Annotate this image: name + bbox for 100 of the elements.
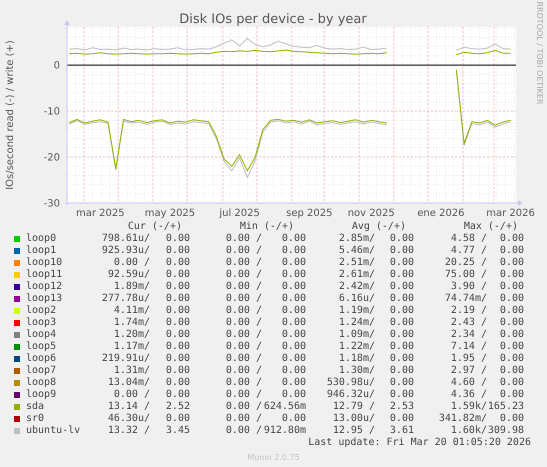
legend-value: 4.58 / bbox=[450, 233, 487, 245]
legend-value: 2.19 / bbox=[450, 305, 487, 317]
legend-value: 0.00 bbox=[282, 353, 306, 365]
legend-value: 1.18m/ bbox=[338, 353, 375, 365]
legend-value: 912.80m bbox=[264, 425, 306, 437]
legend-value: 0.00 bbox=[166, 245, 190, 257]
legend-value: 0.00 / bbox=[226, 257, 262, 269]
legend-value: 0.00 bbox=[500, 329, 524, 341]
legend-value: 0.00 / bbox=[226, 401, 262, 413]
legend-value: 0.00 bbox=[390, 317, 414, 329]
credit-text: RRDTOOL / TOBI OETIKER bbox=[535, 1, 544, 105]
legend-value: 530.98u/ bbox=[326, 377, 375, 389]
series-name: loop10 bbox=[26, 257, 64, 269]
legend-value: 13.32 / bbox=[108, 425, 150, 437]
legend-value: 0.00 bbox=[282, 233, 306, 245]
legend-value: 1.09m/ bbox=[338, 329, 375, 341]
legend-value: 0.00 bbox=[166, 365, 190, 377]
legend-value: 1.89m/ bbox=[114, 281, 150, 293]
series-name: loop2 bbox=[26, 305, 58, 317]
series-name: loop13 bbox=[26, 293, 64, 305]
legend-value: 0.00 bbox=[500, 281, 524, 293]
legend-value: 1.74m/ bbox=[114, 317, 150, 329]
legend-value: 0.00 bbox=[390, 341, 414, 353]
legend-value: 0.00 bbox=[390, 389, 414, 401]
legend-value: 0.00 bbox=[500, 317, 524, 329]
legend-value: 0.00 bbox=[500, 269, 524, 281]
legend-value: 0.00 bbox=[390, 269, 414, 281]
legend-value: 12.79 / bbox=[332, 401, 375, 413]
legend-value: 0.00 / bbox=[226, 281, 262, 293]
legend-value: 798.61u/ bbox=[102, 233, 150, 245]
series-name: loop12 bbox=[26, 281, 64, 293]
legend-value: 13.14 / bbox=[108, 401, 150, 413]
legend-value: 0.00 bbox=[390, 257, 414, 269]
tick-label: jul 2025 bbox=[219, 208, 260, 219]
series-name: loop3 bbox=[26, 317, 58, 329]
legend-value: 0.00 bbox=[282, 269, 306, 281]
column-header: Max (-/+) bbox=[464, 221, 518, 233]
legend-value: 1.17m/ bbox=[114, 341, 150, 353]
legend-value: 219.91u/ bbox=[102, 353, 150, 365]
legend-value: 0.00 bbox=[282, 329, 306, 341]
tick-label: nov 2025 bbox=[348, 208, 395, 219]
legend-value: 0.00 bbox=[282, 341, 306, 353]
legend-value: 0.00 bbox=[166, 305, 190, 317]
legend-value: 0.00 bbox=[390, 233, 414, 245]
legend-value: 0.00 bbox=[500, 293, 524, 305]
legend-value: 4.77 / bbox=[450, 245, 487, 257]
legend-value: 3.90 / bbox=[450, 281, 487, 293]
series-name: loop5 bbox=[26, 341, 58, 353]
legend-value: 946.32u/ bbox=[326, 389, 375, 401]
legend-value: 0.00 bbox=[390, 365, 414, 377]
legend-value: 2.97 / bbox=[450, 365, 487, 377]
legend-value: 2.43 / bbox=[450, 317, 487, 329]
legend-value: 0.00 / bbox=[226, 365, 262, 377]
legend-value: 3.45 bbox=[166, 425, 190, 437]
legend-value: 0.00 bbox=[500, 389, 524, 401]
legend-value: 1.60k/ bbox=[450, 425, 487, 437]
legend-value: 0.00 / bbox=[226, 389, 262, 401]
tick-label: -10 bbox=[44, 106, 60, 118]
series-name: sr0 bbox=[26, 413, 46, 425]
legend-value: 0.00 bbox=[282, 245, 306, 257]
legend-value: 0.00 bbox=[500, 305, 524, 317]
legend-value: 0.00 bbox=[282, 257, 306, 269]
series-name: sda bbox=[26, 401, 46, 413]
legend-value: 0.00 bbox=[390, 353, 414, 365]
legend-value: 0.00 bbox=[500, 341, 524, 353]
y-axis-label: IOs/second read (-) / write (+) bbox=[5, 40, 16, 190]
legend-value: 0.00 bbox=[500, 257, 524, 269]
legend-value: 0.00 bbox=[390, 293, 414, 305]
legend-value: 0.00 bbox=[166, 329, 190, 341]
legend-value: 0.00 bbox=[390, 281, 414, 293]
tick-label: sep 2025 bbox=[286, 208, 332, 219]
legend-value: 0.00 bbox=[390, 329, 414, 341]
legend-value: 0.00 bbox=[282, 293, 306, 305]
legend-value: 309.98 bbox=[488, 425, 524, 437]
legend-value: 13.04m/ bbox=[108, 377, 150, 389]
legend-value: 0.00 bbox=[282, 389, 306, 401]
legend-value: 3.61 bbox=[390, 425, 414, 437]
legend-value: 0.00 / bbox=[226, 269, 262, 281]
legend-value: 165.23 bbox=[488, 401, 524, 413]
legend-value: 1.31m/ bbox=[114, 365, 150, 377]
chart-title: Disk IOs per device - by year bbox=[179, 12, 367, 27]
legend-value: 7.14 / bbox=[450, 341, 487, 353]
legend-value: 20.25 / bbox=[444, 257, 487, 269]
series-name: loop7 bbox=[26, 365, 58, 377]
legend-value: 12.95 / bbox=[332, 425, 375, 437]
legend-value: 2.53 bbox=[390, 401, 414, 413]
legend-value: 1.24m/ bbox=[338, 317, 375, 329]
series-name: loop6 bbox=[26, 353, 58, 365]
legend-value: 0.00 bbox=[166, 353, 190, 365]
legend-value: 0.00 bbox=[282, 305, 306, 317]
column-header: Avg (-/+) bbox=[352, 221, 406, 233]
legend-value: 0.00 / bbox=[226, 305, 262, 317]
legend-value: 0.00 bbox=[166, 317, 190, 329]
legend-value: 0.00 / bbox=[226, 317, 262, 329]
legend-value: 0.00 / bbox=[226, 329, 262, 341]
legend-value: 4.36 / bbox=[450, 389, 487, 401]
legend-value: 0.00 bbox=[500, 245, 524, 257]
legend-value: 624.56m bbox=[264, 401, 306, 413]
series-name: loop8 bbox=[26, 377, 58, 389]
legend-value: 5.46m/ bbox=[338, 245, 375, 257]
